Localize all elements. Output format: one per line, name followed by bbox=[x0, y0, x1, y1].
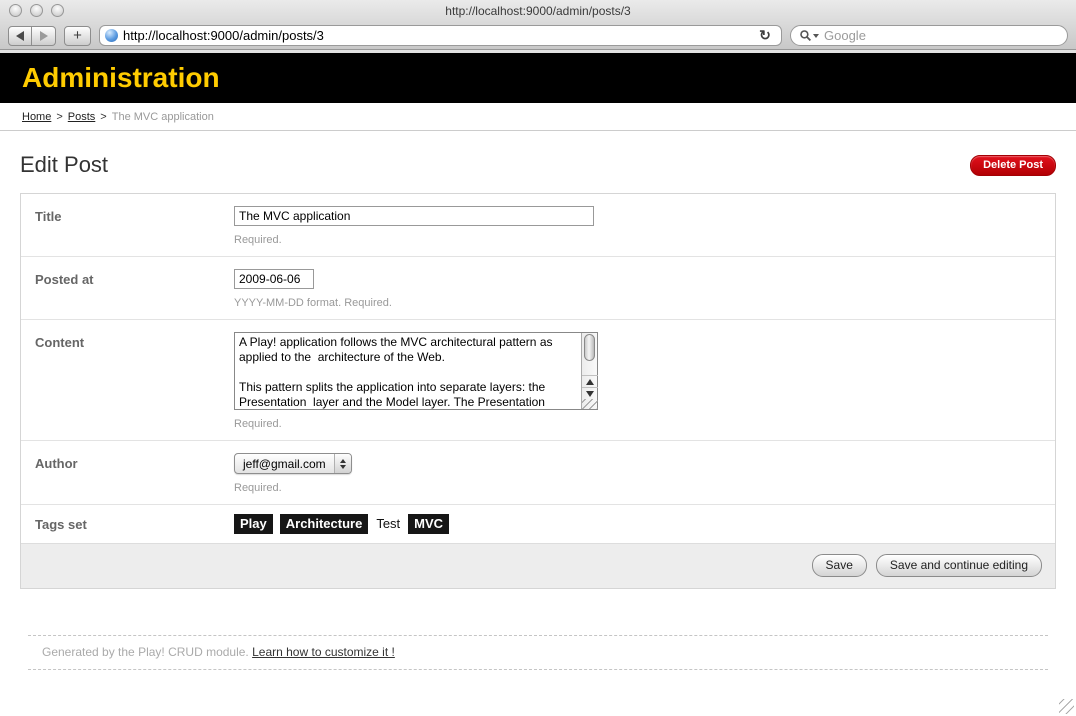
breadcrumb-item-the-mvc-application: The MVC application bbox=[112, 111, 214, 123]
search-icon bbox=[800, 30, 811, 41]
main-content: Edit Post Delete Post Title Required. Po… bbox=[0, 152, 1076, 670]
search-input[interactable] bbox=[824, 28, 1058, 43]
author-row: Author jeff@gmail.com Required. bbox=[21, 440, 1055, 504]
window-resize-grip[interactable] bbox=[1059, 699, 1074, 714]
delete-post-button[interactable]: Delete Post bbox=[970, 155, 1056, 176]
arrow-down-icon bbox=[586, 391, 594, 397]
forward-arrow-icon bbox=[40, 31, 48, 41]
breadcrumb-separator: > bbox=[56, 111, 62, 123]
tags-row: Tags set Play Architecture Test MVC bbox=[21, 504, 1055, 543]
title-label: Title bbox=[35, 206, 234, 246]
content-text[interactable]: A Play! application follows the MVC arch… bbox=[235, 333, 581, 409]
browser-window: { "window": { "title": "http://localhost… bbox=[0, 0, 1076, 716]
content-textarea[interactable]: A Play! application follows the MVC arch… bbox=[234, 332, 598, 410]
save-button[interactable]: Save bbox=[812, 554, 867, 577]
content-scrollbar[interactable] bbox=[581, 333, 597, 409]
scrollbar-thumb[interactable] bbox=[584, 334, 595, 361]
browser-toolbar: + ↻ bbox=[0, 22, 1076, 49]
search-options-caret-icon bbox=[813, 34, 819, 38]
tag-play[interactable]: Play bbox=[234, 514, 273, 534]
zoom-button[interactable] bbox=[51, 4, 64, 17]
tags-label: Tags set bbox=[35, 514, 234, 534]
address-bar[interactable]: ↻ bbox=[99, 25, 782, 46]
window-title: http://localhost:9000/admin/posts/3 bbox=[0, 0, 1076, 23]
minimize-button[interactable] bbox=[30, 4, 43, 17]
back-button[interactable] bbox=[8, 26, 32, 46]
select-stepper-icon bbox=[334, 454, 351, 473]
footer-text: Generated by the Play! CRUD module. bbox=[42, 645, 252, 659]
app-title: Administration bbox=[22, 62, 220, 94]
breadcrumb: Home > Posts > The MVC application bbox=[0, 103, 1076, 131]
footer-customize-link[interactable]: Learn how to customize it ! bbox=[252, 645, 395, 659]
tag-test[interactable]: Test bbox=[375, 514, 401, 534]
author-select-value: jeff@gmail.com bbox=[243, 457, 326, 471]
address-input[interactable] bbox=[123, 28, 749, 43]
app-header: Administration bbox=[0, 53, 1076, 103]
close-button[interactable] bbox=[9, 4, 22, 17]
save-continue-button[interactable]: Save and continue editing bbox=[876, 554, 1042, 577]
search-field[interactable] bbox=[790, 25, 1068, 46]
content-label: Content bbox=[35, 332, 234, 430]
title-input[interactable] bbox=[234, 206, 594, 226]
forward-button[interactable] bbox=[32, 26, 56, 46]
tag-architecture[interactable]: Architecture bbox=[280, 514, 369, 534]
back-arrow-icon bbox=[16, 31, 24, 41]
breadcrumb-item-home[interactable]: Home bbox=[22, 111, 51, 123]
content-hint: Required. bbox=[234, 418, 1055, 430]
breadcrumb-item-posts[interactable]: Posts bbox=[68, 111, 96, 123]
posted-at-hint: YYYY-MM-DD format. Required. bbox=[234, 297, 1055, 309]
page-footer: Generated by the Play! CRUD module. Lear… bbox=[28, 635, 1048, 670]
posted-at-label: Posted at bbox=[35, 269, 234, 309]
title-hint: Required. bbox=[234, 234, 1055, 246]
new-tab-button[interactable]: + bbox=[64, 26, 91, 46]
browser-chrome: http://localhost:9000/admin/posts/3 + ↻ bbox=[0, 0, 1076, 50]
tags-list: Play Architecture Test MVC bbox=[234, 514, 1055, 534]
scroll-down-button[interactable] bbox=[582, 387, 598, 399]
arrow-up-icon bbox=[586, 379, 594, 385]
posted-at-input[interactable] bbox=[234, 269, 314, 289]
textarea-resize-grip[interactable] bbox=[582, 399, 598, 409]
reload-icon[interactable]: ↻ bbox=[749, 25, 781, 46]
breadcrumb-separator: > bbox=[100, 111, 106, 123]
author-hint: Required. bbox=[234, 482, 1055, 494]
tag-mvc[interactable]: MVC bbox=[408, 514, 449, 534]
site-globe-icon bbox=[105, 29, 118, 42]
scroll-up-button[interactable] bbox=[582, 375, 598, 387]
author-label: Author bbox=[35, 453, 234, 494]
edit-post-form: Title Required. Posted at YYYY-MM-DD for… bbox=[20, 193, 1056, 589]
form-action-bar: Save Save and continue editing bbox=[21, 543, 1055, 588]
posted-at-row: Posted at YYYY-MM-DD format. Required. bbox=[21, 256, 1055, 319]
window-titlebar[interactable]: http://localhost:9000/admin/posts/3 bbox=[0, 0, 1076, 22]
author-select[interactable]: jeff@gmail.com bbox=[234, 453, 352, 474]
content-row: Content A Play! application follows the … bbox=[21, 319, 1055, 440]
page-title: Edit Post bbox=[20, 152, 108, 178]
title-row: Title Required. bbox=[21, 194, 1055, 256]
